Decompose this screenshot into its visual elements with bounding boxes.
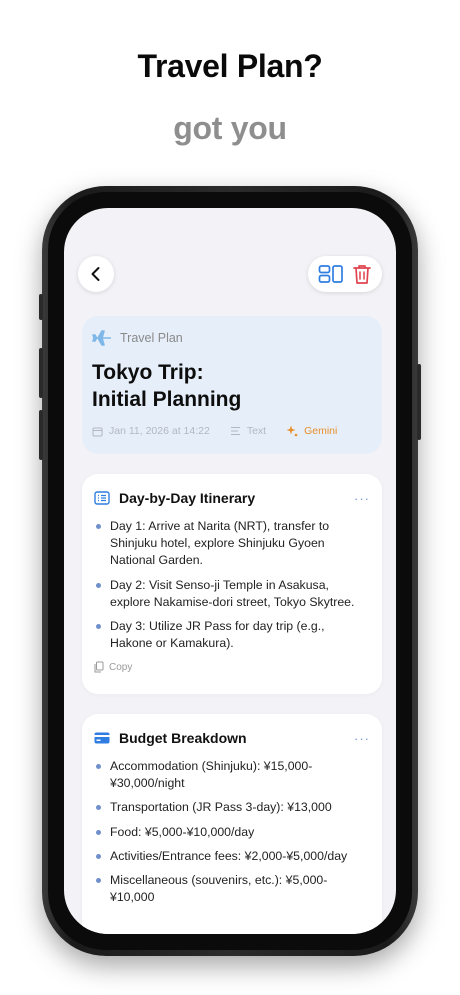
layout-icon[interactable] <box>318 264 344 284</box>
promo-headline: Travel Plan? <box>137 48 323 84</box>
budget-card: Budget Breakdown ··· Accommodation (Shin… <box>82 714 382 934</box>
note-title: Tokyo Trip: Initial Planning <box>92 361 242 411</box>
calendar-icon <box>92 427 103 437</box>
note-date: Jan 11, 2026 at 14:22 <box>109 425 210 438</box>
list-item: Activities/Entrance fees: ¥2,000-¥5,000/… <box>94 848 366 865</box>
copy-icon <box>94 661 104 673</box>
airplane-icon <box>92 330 111 346</box>
note-meta: Jan 11, 2026 at 14:22 Text Gemini <box>92 425 372 437</box>
list-item: Day 2: Visit Senso-ji Temple in Asakusa,… <box>94 577 366 611</box>
copy-label: Copy <box>109 661 133 673</box>
list-item: Day 3: Utilize JR Pass for day trip (e.g… <box>94 618 366 652</box>
app-screen: Travel Plan Tokyo Trip: Initial Planning… <box>64 208 396 934</box>
note-category: Travel Plan <box>120 331 183 345</box>
list-item: Transportation (JR Pass 3-day): ¥13,000 <box>94 799 366 816</box>
back-button[interactable] <box>78 256 114 292</box>
sparkle-icon <box>286 425 298 437</box>
chevron-left-icon <box>91 267 100 281</box>
credit-card-icon <box>94 732 110 744</box>
list-item: Day 1: Arrive at Narita (NRT), transfer … <box>94 518 366 570</box>
list-icon <box>94 491 110 505</box>
more-menu-button[interactable]: ··· <box>354 731 370 746</box>
list-item: Food: ¥5,000-¥10,000/day <box>94 824 366 841</box>
note-header-card: Travel Plan Tokyo Trip: Initial Planning… <box>82 316 382 454</box>
copy-button[interactable]: Copy <box>82 659 382 673</box>
phone-frame: Travel Plan Tokyo Trip: Initial Planning… <box>39 186 421 956</box>
section-title: Budget Breakdown <box>119 730 247 746</box>
list-item: Miscellaneous (souvenirs, etc.): ¥5,000-… <box>94 872 366 906</box>
itinerary-list: Day 1: Arrive at Narita (NRT), transfer … <box>82 506 382 652</box>
itinerary-card: Day-by-Day Itinerary ··· Day 1: Arrive a… <box>82 474 382 694</box>
section-title: Day-by-Day Itinerary <box>119 490 256 506</box>
promo-subline: got you <box>173 110 287 146</box>
trash-icon[interactable] <box>352 263 372 285</box>
list-item: Accommodation (Shinjuku): ¥15,000-¥30,00… <box>94 758 366 792</box>
note-source: Gemini <box>304 425 338 438</box>
note-actions <box>308 256 382 292</box>
more-menu-button[interactable]: ··· <box>354 491 370 506</box>
text-lines-icon <box>230 427 240 436</box>
budget-list: Accommodation (Shinjuku): ¥15,000-¥30,00… <box>82 746 382 906</box>
note-type: Text <box>246 425 267 438</box>
